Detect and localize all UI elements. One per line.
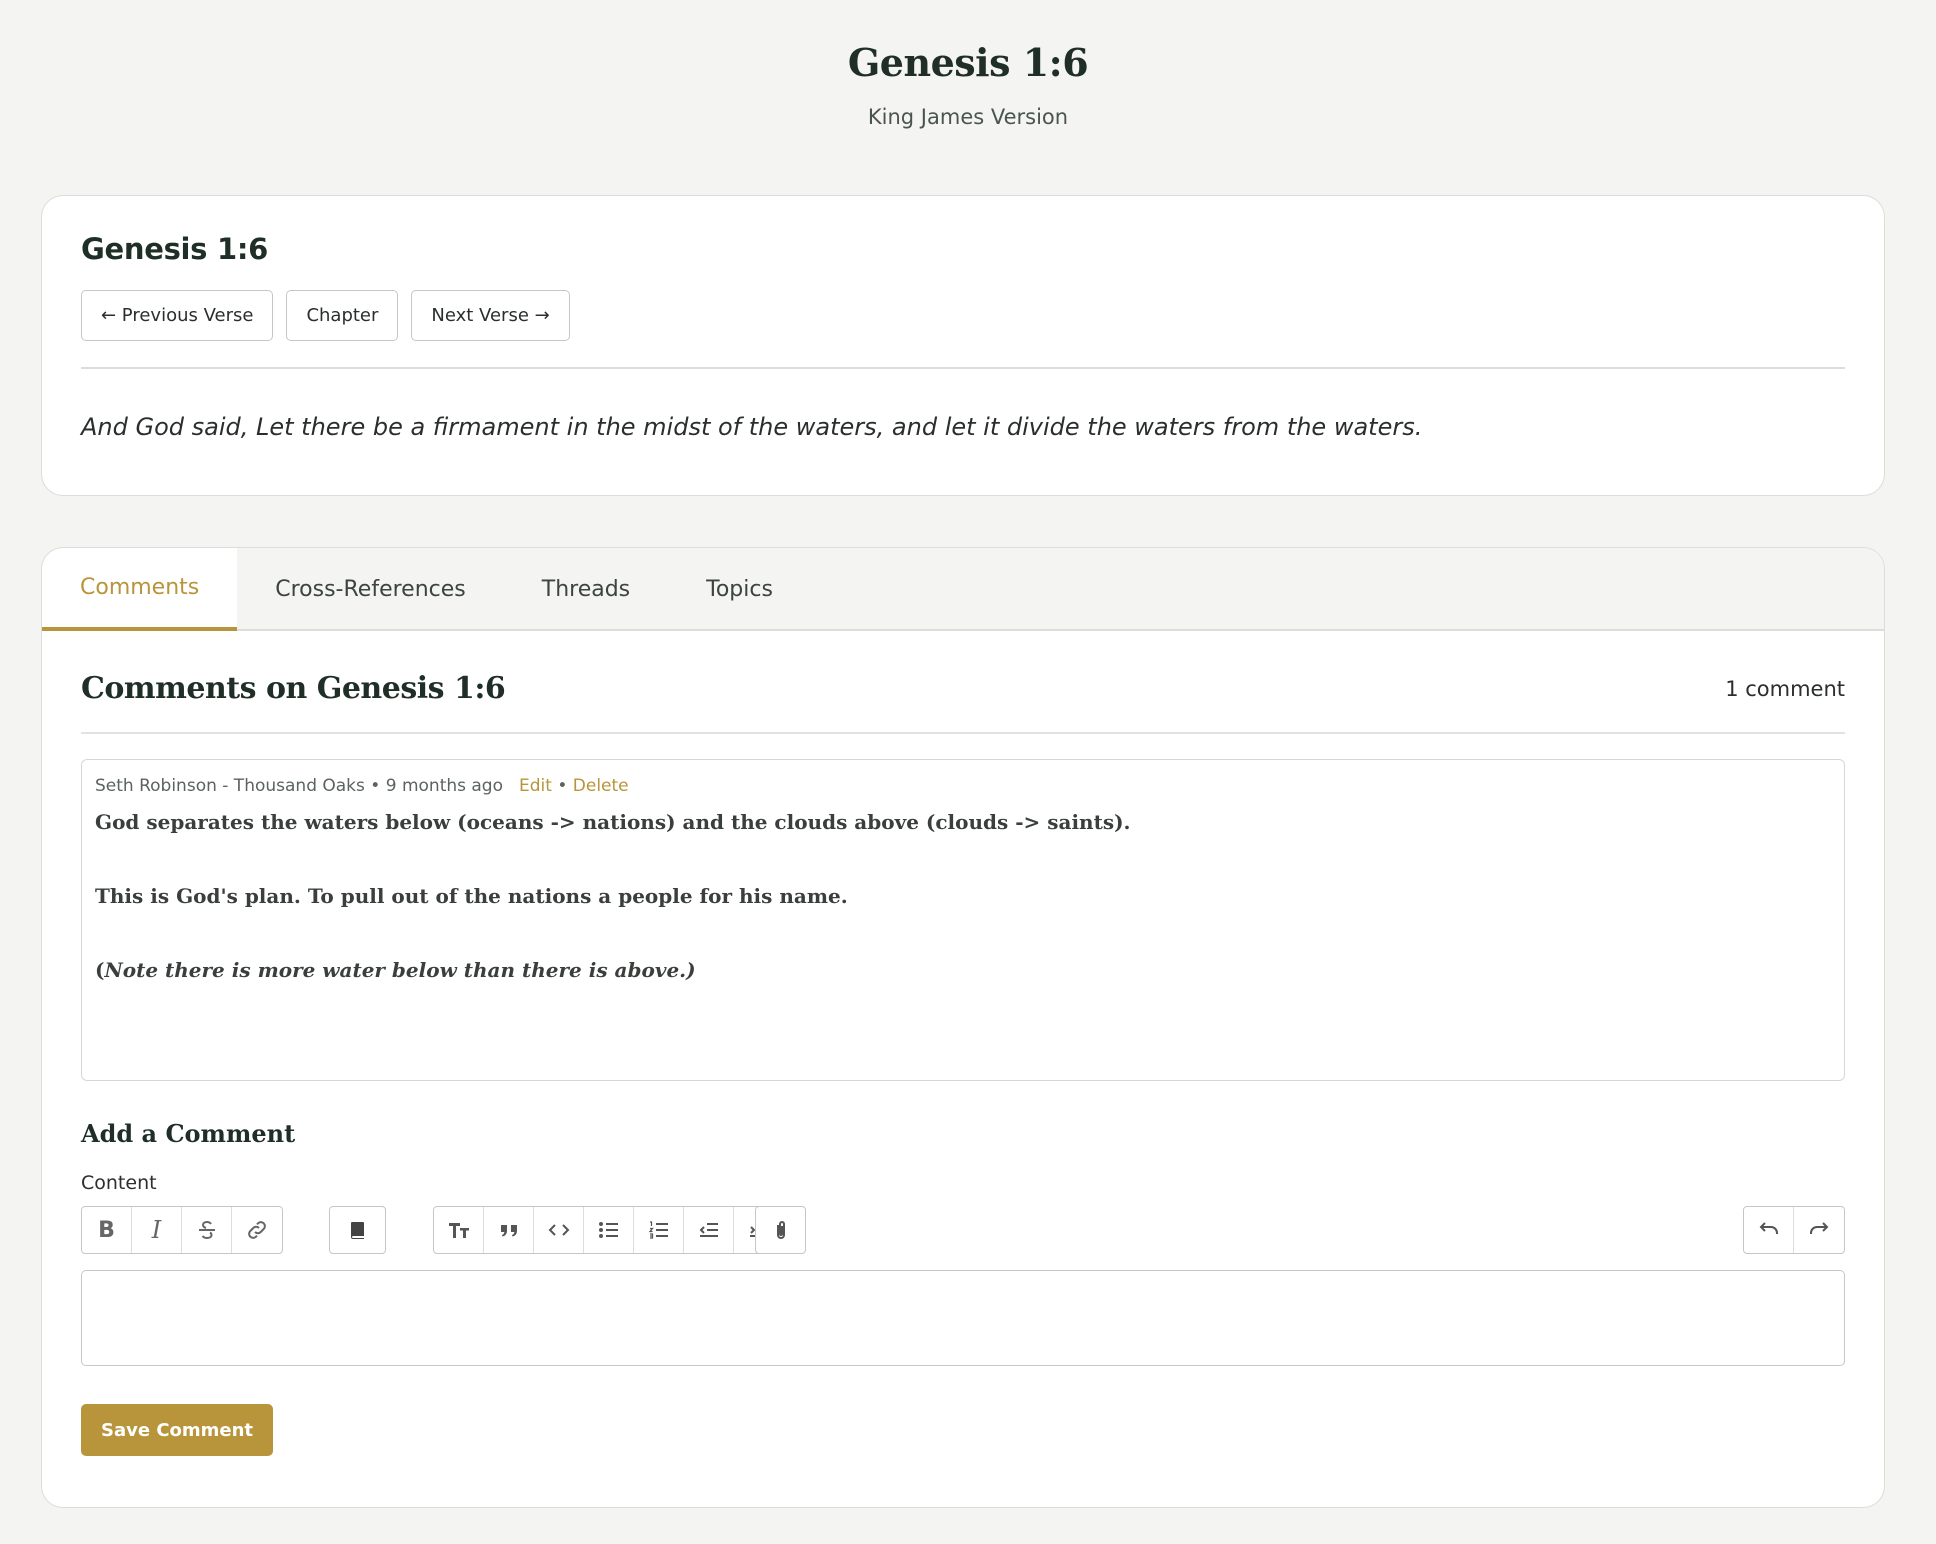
- comment-text-line: God separates the waters below (oceans -…: [95, 810, 1131, 834]
- content-label: Content: [81, 1172, 157, 1194]
- edit-link[interactable]: Edit: [519, 776, 552, 796]
- previous-verse-button[interactable]: ← Previous Verse: [81, 290, 274, 341]
- comment-editor[interactable]: [81, 1270, 1845, 1366]
- comments-title: Comments on Genesis 1:6: [81, 671, 506, 706]
- block-format-group: [433, 1206, 785, 1254]
- attachment-group: [755, 1206, 806, 1254]
- history-group: [1743, 1206, 1845, 1254]
- comment-meta: Seth Robinson - Thousand Oaks • 9 months…: [95, 776, 1831, 796]
- chapter-button[interactable]: Chapter: [286, 290, 399, 341]
- comment-item: Seth Robinson - Thousand Oaks • 9 months…: [81, 759, 1845, 1081]
- verse-card: Genesis 1:6 ← Previous Verse Chapter Nex…: [41, 195, 1885, 496]
- comment-time: 9 months ago: [385, 776, 503, 796]
- bible-group: [329, 1206, 386, 1254]
- meta-separator: •: [551, 776, 573, 796]
- bullet-list-icon[interactable]: [584, 1207, 634, 1253]
- tab-comments[interactable]: Comments: [42, 548, 238, 631]
- page-title: Genesis 1:6: [847, 40, 1089, 85]
- heading-icon[interactable]: [434, 1207, 484, 1253]
- comment-text-line: (Note there is more water below than the…: [95, 958, 1831, 982]
- numbered-list-icon[interactable]: [634, 1207, 684, 1253]
- tab-topics[interactable]: Topics: [668, 548, 811, 631]
- link-icon[interactable]: [232, 1207, 282, 1253]
- tab-bar: Comments Cross-References Threads Topics: [42, 548, 1884, 631]
- bible-book-icon[interactable]: [330, 1207, 385, 1253]
- tab-threads[interactable]: Threads: [504, 548, 668, 631]
- outdent-icon[interactable]: [684, 1207, 734, 1253]
- comments-card: Comments Cross-References Threads Topics…: [41, 547, 1885, 1508]
- editor-toolbar: B I: [81, 1206, 1845, 1254]
- bold-icon[interactable]: B: [82, 1207, 132, 1253]
- delete-link[interactable]: Delete: [573, 776, 629, 796]
- comment-text-line: This is God's plan. To pull out of the n…: [95, 884, 848, 908]
- tab-cross-references[interactable]: Cross-References: [237, 548, 504, 631]
- add-comment-title: Add a Comment: [81, 1119, 296, 1148]
- verse-navigation: ← Previous Verse Chapter Next Verse →: [81, 290, 1845, 341]
- italic-icon[interactable]: I: [132, 1207, 182, 1253]
- divider: [81, 367, 1845, 369]
- redo-icon[interactable]: [1794, 1207, 1844, 1253]
- comment-italic-note: Note there is more water below than ther…: [104, 958, 696, 982]
- next-verse-button[interactable]: Next Verse →: [411, 290, 570, 341]
- attachment-icon[interactable]: [756, 1207, 805, 1253]
- save-comment-button[interactable]: Save Comment: [81, 1404, 274, 1456]
- page-header: Genesis 1:6 King James Version: [0, 40, 1936, 129]
- comment-author: Seth Robinson - Thousand Oaks: [95, 776, 365, 796]
- quote-icon[interactable]: [484, 1207, 534, 1253]
- strikethrough-icon[interactable]: [182, 1207, 232, 1253]
- comment-count: 1 comment: [1725, 676, 1845, 701]
- comments-body: Comments on Genesis 1:6 1 comment Seth R…: [42, 671, 1884, 1456]
- divider: [81, 732, 1845, 734]
- code-icon[interactable]: [534, 1207, 584, 1253]
- text-format-group: B I: [81, 1206, 283, 1254]
- version-subtitle: King James Version: [867, 105, 1069, 129]
- comments-header: Comments on Genesis 1:6 1 comment: [81, 671, 1845, 706]
- verse-heading: Genesis 1:6: [81, 232, 268, 266]
- verse-text: And God said, Let there be a firmament i…: [81, 413, 1423, 441]
- undo-icon[interactable]: [1744, 1207, 1794, 1253]
- meta-separator: •: [364, 776, 386, 796]
